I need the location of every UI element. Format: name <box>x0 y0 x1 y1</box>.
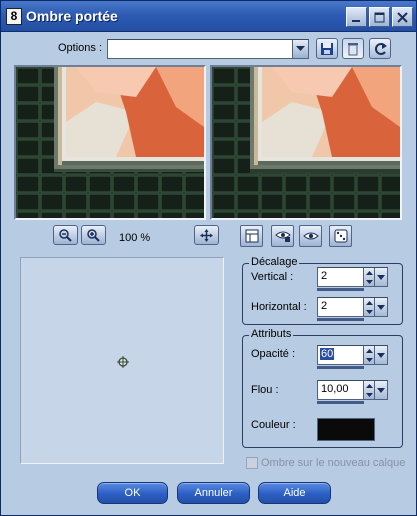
horizontal-offset-input[interactable]: 2 <box>317 297 388 317</box>
opacity-slider[interactable] <box>317 366 364 369</box>
close-button[interactable] <box>392 7 413 27</box>
result-preview[interactable] <box>210 65 402 220</box>
options-label: Options : <box>58 42 103 54</box>
shadow-offset-pad[interactable] <box>20 257 224 464</box>
offset-group-title: Décalage <box>249 256 300 268</box>
minimize-icon <box>352 19 360 22</box>
shadow-color-swatch[interactable] <box>317 418 375 441</box>
layout-panel-icon <box>245 229 258 243</box>
reset-arrow-icon <box>375 42 387 55</box>
opacity-spin-buttons[interactable] <box>363 346 374 364</box>
help-button[interactable]: Aide <box>258 482 331 504</box>
opacity-label: Opacité : <box>251 348 296 360</box>
ok-button[interactable]: OK <box>97 482 168 504</box>
vertical-slider[interactable] <box>317 288 364 291</box>
horizontal-offset-value: 2 <box>321 300 328 312</box>
original-preview[interactable] <box>14 65 206 220</box>
horizontal-slider[interactable] <box>317 318 364 321</box>
trash-icon <box>348 42 358 55</box>
close-icon <box>397 11 408 23</box>
window-title: Ombre portée <box>26 8 118 24</box>
zoom-in-button[interactable] <box>81 225 106 245</box>
horizontal-spin-buttons[interactable] <box>363 298 374 316</box>
opacity-input[interactable]: 60 <box>317 345 388 365</box>
crosshair-icon <box>117 356 129 368</box>
proof-button[interactable] <box>299 225 322 247</box>
dice-icon <box>334 229 347 243</box>
blur-value: 10,00 <box>321 383 349 395</box>
vertical-offset-input[interactable]: 2 <box>317 267 388 287</box>
drop-shadow-dialog: 8 Ombre portée Options : 100 % Décalage … <box>0 0 417 516</box>
chevron-down-icon[interactable] <box>292 40 308 58</box>
pan-button[interactable] <box>194 225 219 245</box>
randomize-button[interactable] <box>329 225 352 247</box>
chevron-down-icon[interactable] <box>374 268 387 286</box>
new-layer-checkbox-label: Ombre sur le nouveau calque <box>261 457 406 469</box>
chevron-down-icon[interactable] <box>374 298 387 316</box>
blur-spin-buttons[interactable] <box>363 381 374 399</box>
save-preset-button[interactable] <box>316 38 338 59</box>
chevron-down-icon[interactable] <box>374 346 387 364</box>
title-bar[interactable]: 8 Ombre portée <box>1 1 416 32</box>
attributes-group-title: Attributs <box>249 328 294 340</box>
navigate-preview-button[interactable] <box>240 225 263 247</box>
reset-button[interactable] <box>369 38 391 59</box>
app-icon: 8 <box>6 8 22 25</box>
opacity-value: 60 <box>320 348 335 360</box>
floppy-disk-icon <box>321 42 333 55</box>
chevron-down-icon[interactable] <box>374 381 387 399</box>
blur-label: Flou : <box>251 384 279 396</box>
blur-slider[interactable] <box>317 401 364 404</box>
vertical-offset-value: 2 <box>321 270 328 282</box>
eye-lock-icon <box>274 231 291 242</box>
cancel-button[interactable]: Annuler <box>177 482 250 504</box>
maximize-button[interactable] <box>369 7 390 27</box>
zoom-level: 100 % <box>119 232 151 244</box>
vertical-spin-buttons[interactable] <box>363 268 374 286</box>
horizontal-label: Horizontal : <box>251 301 307 313</box>
options-preset-select[interactable] <box>107 39 309 59</box>
eye-icon <box>302 232 319 240</box>
blur-input[interactable]: 10,00 <box>317 380 388 400</box>
lock-proof-button[interactable] <box>271 225 294 247</box>
maximize-icon <box>374 12 385 22</box>
zoom-out-icon <box>59 228 72 242</box>
original-preview-image <box>16 67 204 218</box>
minimize-button[interactable] <box>346 7 367 27</box>
vertical-label: Vertical : <box>251 271 294 283</box>
zoom-in-icon <box>87 228 100 242</box>
delete-preset-button[interactable] <box>342 38 364 59</box>
color-label: Couleur : <box>251 419 296 431</box>
new-layer-checkbox[interactable] <box>246 457 258 469</box>
result-preview-image <box>212 67 400 218</box>
move-icon <box>200 228 213 242</box>
zoom-out-button[interactable] <box>53 225 78 245</box>
